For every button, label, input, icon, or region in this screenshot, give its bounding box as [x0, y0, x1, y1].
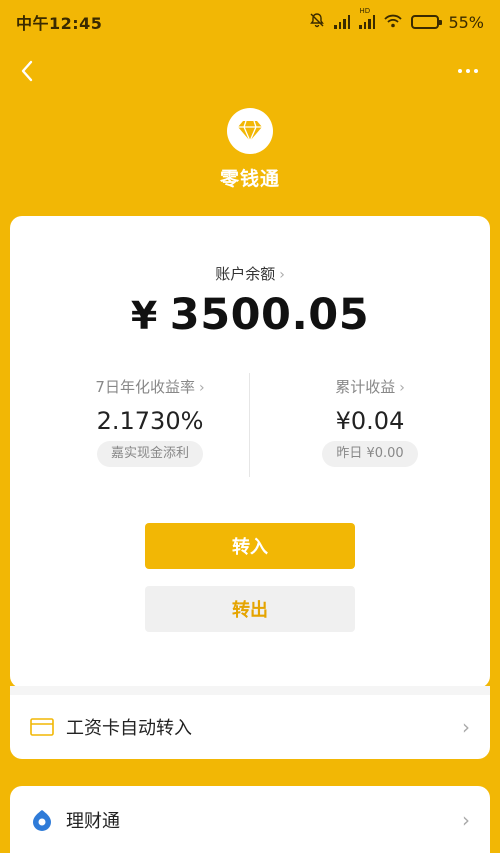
yesterday-earnings-badge: 昨日 ¥0.00 [322, 441, 418, 467]
licaitong-row[interactable]: 理财通 › [10, 786, 490, 853]
fund-name-badge: 嘉实现金添利 [96, 441, 203, 467]
chevron-right-icon: › [198, 380, 205, 396]
wifi-icon [384, 13, 403, 32]
hd-label: HD [359, 7, 371, 15]
status-time: 中午12:45 [16, 14, 103, 33]
licaitong-label: 理财通 [66, 810, 120, 832]
licaitong-icon [30, 808, 54, 832]
salary-auto-transfer-row[interactable]: 工资卡自动转入 › [10, 695, 490, 759]
battery-icon [411, 15, 443, 29]
chevron-left-icon [21, 60, 33, 82]
brand-title: 零钱通 [219, 168, 280, 190]
more-dot-icon [474, 69, 478, 73]
balance-label-link[interactable]: 账户余额 › [10, 263, 490, 284]
currency-symbol: ¥ [130, 294, 158, 338]
battery-percent: 55% [448, 12, 484, 32]
salary-row-label: 工资卡自动转入 [66, 718, 192, 739]
diamond-logo [227, 108, 273, 154]
balance-card: 账户余额 › ¥3500.05 7日年化收益率 › 2.1730% 嘉实现金添利 累… [10, 216, 490, 688]
earnings-stat[interactable]: 累计收益 › ¥0.04 昨日 ¥0.00 [270, 376, 470, 467]
chevron-right-icon: › [462, 715, 470, 739]
back-button[interactable] [12, 56, 42, 86]
rate-stat[interactable]: 7日年化收益率 › 2.1730% 嘉实现金添利 [50, 376, 250, 467]
more-dot-icon [458, 69, 462, 73]
transfer-out-button[interactable]: 转出 [145, 586, 355, 632]
balance-amount: ¥3500.05 [10, 290, 490, 340]
chevron-right-icon: › [462, 807, 470, 832]
signal-icon [334, 15, 351, 29]
earnings-value: ¥0.04 [335, 407, 405, 435]
mute-bell-icon [309, 12, 325, 32]
balance-label: 账户余额 [215, 265, 276, 283]
earnings-label: 累计收益 [335, 378, 396, 396]
balance-value: 3500.05 [169, 290, 370, 340]
signal-hd-icon: HD [359, 7, 376, 29]
status-icons: HD 55% [309, 7, 484, 32]
more-dot-icon [466, 69, 470, 73]
bank-card-icon [30, 715, 54, 739]
transfer-in-button[interactable]: 转入 [145, 523, 355, 569]
chevron-right-icon: › [279, 267, 285, 283]
diamond-icon [238, 120, 262, 142]
status-bar: 中午12:45 HD 55% [0, 0, 500, 44]
more-menu-button[interactable] [450, 56, 486, 86]
chevron-right-icon: › [399, 380, 405, 396]
rate-value: 2.1730% [96, 407, 204, 435]
rate-label: 7日年化收益率 [95, 378, 195, 396]
